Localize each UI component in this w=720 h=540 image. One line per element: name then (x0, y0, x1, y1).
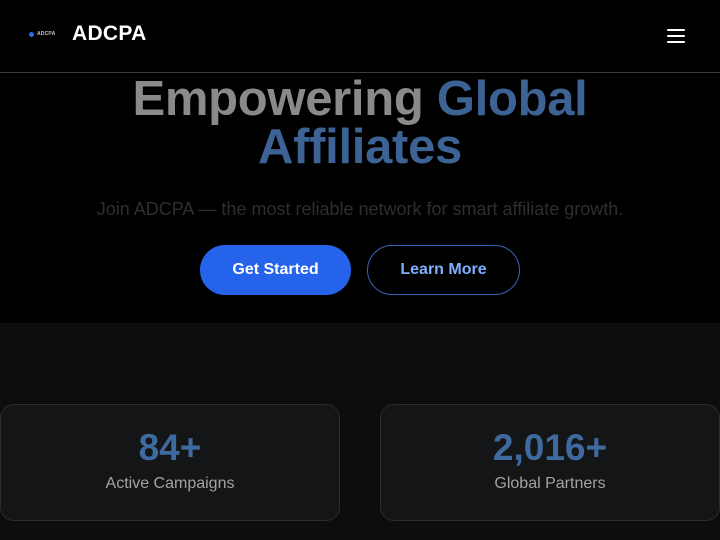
stat-value: 2,016+ (492, 427, 608, 468)
hero-title-part-3: Affiliates (258, 120, 462, 174)
hero-title: Empowering Global Affiliates (0, 72, 720, 174)
learn-more-button[interactable]: Learn More (367, 245, 520, 295)
hamburger-line (667, 29, 685, 31)
stat-label: Active Campaigns (105, 475, 235, 492)
hero-title-part-1: Empowering (132, 72, 424, 126)
get-started-button[interactable]: Get Started (200, 245, 351, 295)
stats-section: 84+ Active Campaigns 2,016+ Global Partn… (0, 323, 720, 540)
hamburger-line (667, 41, 685, 43)
stat-value: 84+ (138, 427, 202, 468)
hero-subtitle: Join ADCPA — the most reliable network f… (96, 199, 624, 219)
stat-card-partners: 2,016+ Global Partners (380, 404, 720, 521)
logo-mark-text: ADCPA (37, 31, 56, 37)
hamburger-icon[interactable] (664, 26, 688, 46)
stat-label: Global Partners (494, 475, 606, 492)
hamburger-line (667, 35, 685, 37)
logo[interactable]: ADCPA (29, 31, 55, 37)
stat-card-campaigns: 84+ Active Campaigns (0, 404, 340, 521)
logo-dot-icon (29, 31, 34, 37)
landing-page: ADCPA ADCPA Empowering Global Affiliates… (0, 0, 720, 540)
site-header: ADCPA ADCPA (0, 0, 720, 73)
hero-section: Empowering Global Affiliates Join ADCPA … (0, 73, 720, 323)
brand-name[interactable]: ADCPA (72, 22, 147, 46)
hero-title-part-2: Global (436, 72, 588, 126)
